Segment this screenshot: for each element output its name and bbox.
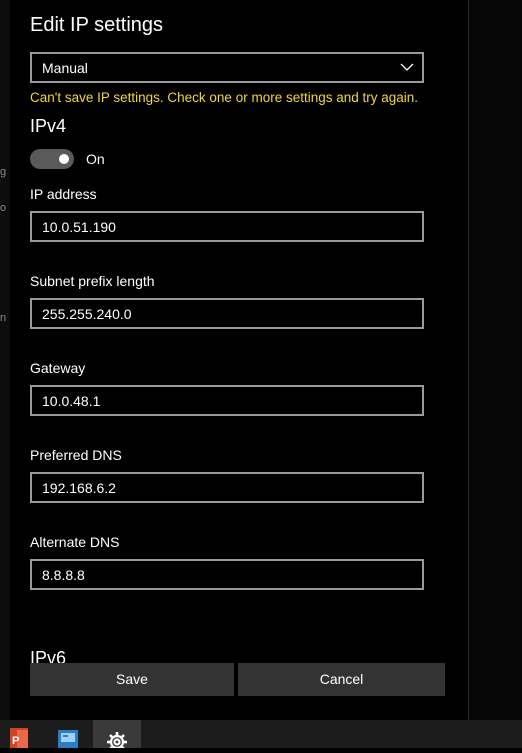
subnet-prefix-length-value: 255.255.240.0	[42, 306, 132, 322]
cancel-button[interactable]: Cancel	[238, 663, 445, 696]
svg-text:P: P	[12, 735, 19, 747]
gateway-input[interactable]: 10.0.48.1	[30, 385, 424, 416]
background-window: g o n	[0, 0, 10, 720]
gateway-label: Gateway	[30, 360, 86, 376]
taskbar: P	[0, 720, 522, 752]
preferred-dns-input[interactable]: 192.168.6.2	[30, 472, 424, 503]
toggle-knob	[59, 154, 69, 164]
dropdown-value: Manual	[42, 60, 88, 76]
background-text-fragment: g	[0, 166, 7, 178]
dialog-title: Edit IP settings	[30, 14, 164, 36]
network-settings-icon[interactable]	[52, 720, 82, 748]
gateway-value: 10.0.48.1	[42, 393, 101, 409]
edit-ip-settings-dialog: Edit IP settings Manual Can't save IP se…	[10, 0, 469, 720]
background-text-fragment: o	[0, 202, 7, 214]
save-button[interactable]: Save	[30, 663, 234, 696]
preferred-dns-value: 192.168.6.2	[42, 480, 116, 496]
alternate-dns-input[interactable]: 8.8.8.8	[30, 559, 424, 590]
alternate-dns-value: 8.8.8.8	[42, 567, 85, 583]
ipv4-heading: IPv4	[30, 116, 67, 136]
ip-assignment-dropdown[interactable]: Manual	[30, 52, 424, 83]
ip-address-label: IP address	[30, 186, 97, 202]
powerpoint-icon[interactable]: P	[4, 720, 34, 748]
alternate-dns-label: Alternate DNS	[30, 534, 120, 550]
ip-address-value: 10.0.51.190	[42, 219, 116, 235]
subnet-prefix-length-input[interactable]: 255.255.240.0	[30, 298, 424, 329]
error-message: Can't save IP settings. Check one or mor…	[30, 90, 419, 105]
settings-gear-icon[interactable]	[93, 720, 141, 752]
background-window-right	[469, 0, 522, 720]
ipv4-toggle-label: On	[86, 151, 105, 167]
background-text-fragment: n	[0, 312, 7, 324]
chevron-down-icon	[400, 63, 414, 71]
ipv4-toggle[interactable]	[30, 149, 74, 169]
subnet-prefix-length-label: Subnet prefix length	[30, 273, 155, 289]
ip-address-input[interactable]: 10.0.51.190	[30, 211, 424, 242]
preferred-dns-label: Preferred DNS	[30, 447, 122, 463]
